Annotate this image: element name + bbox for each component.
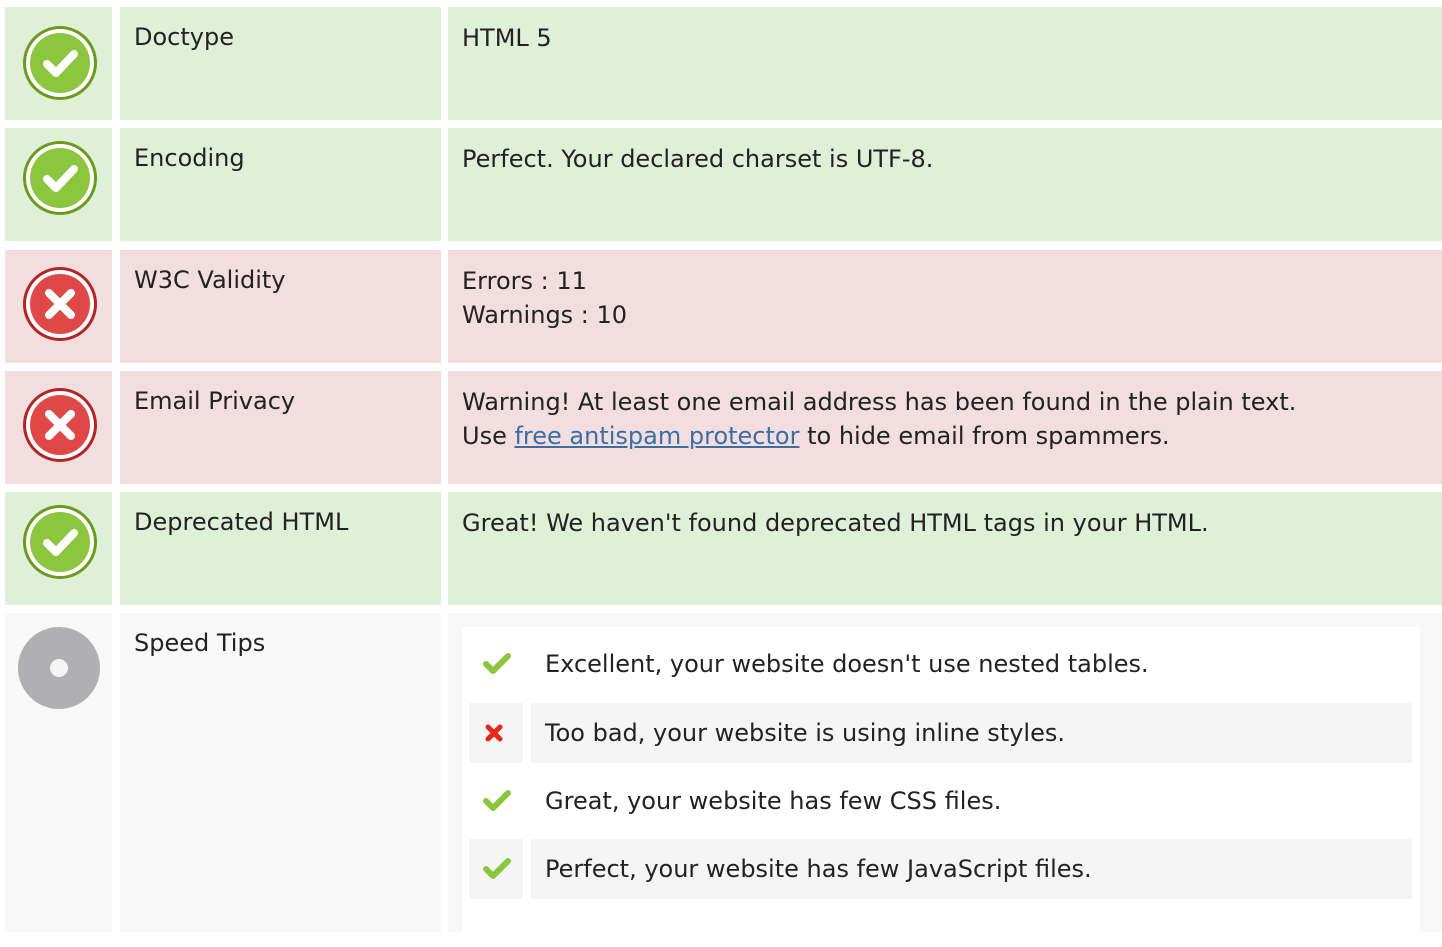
row-label: Doctype <box>120 7 441 120</box>
speed-tip-text: Perfect, your website has few JavaScript… <box>531 839 1412 899</box>
status-cell <box>5 613 112 932</box>
cross-icon <box>469 703 523 763</box>
status-cell <box>5 7 112 120</box>
advice-suffix: to hide email from spammers. <box>799 422 1170 450</box>
row-label: Speed Tips <box>120 613 441 932</box>
status-cell <box>5 492 112 605</box>
report-row-email-privacy: Email Privacy Warning! At least one emai… <box>0 371 1442 484</box>
errors-count: Errors : 11 <box>462 267 587 295</box>
check-icon <box>469 839 523 899</box>
check-circle-icon <box>22 25 98 101</box>
report-row-w3c-validity: W3C Validity Errors : 11 Warnings : 10 <box>0 250 1442 363</box>
row-value: HTML 5 <box>448 7 1442 120</box>
dot-shape <box>50 659 68 677</box>
speed-tip-item: Perfect, your website has few JavaScript… <box>469 839 1412 899</box>
row-value: Errors : 11 Warnings : 10 <box>448 250 1442 363</box>
report-row-doctype: Doctype HTML 5 <box>0 7 1442 120</box>
speed-tip-text: Excellent, your website doesn't use nest… <box>545 650 1149 678</box>
x-circle-icon <box>22 266 98 342</box>
neutral-circle-icon <box>18 627 100 709</box>
speed-tip-item: Too bad, your website is using inline st… <box>469 703 1412 763</box>
advice-prefix: Use <box>462 422 515 450</box>
status-cell <box>5 250 112 363</box>
row-label: Encoding <box>120 128 441 241</box>
status-cell <box>5 371 112 484</box>
speed-tip-item: Excellent, your website doesn't use nest… <box>469 634 1412 694</box>
row-value: Warning! At least one email address has … <box>448 371 1442 484</box>
email-advice-text: Use free antispam protector to hide emai… <box>462 419 1442 453</box>
speed-tip-text: Too bad, your website is using inline st… <box>531 703 1412 763</box>
row-value: Great! We haven't found deprecated HTML … <box>448 492 1442 605</box>
report-row-deprecated-html: Deprecated HTML Great! We haven't found … <box>0 492 1442 605</box>
seo-report-table: Doctype HTML 5 Encoding Perfect. Your de… <box>0 0 1442 947</box>
antispam-protector-link[interactable]: free antispam protector <box>514 422 799 450</box>
check-circle-icon <box>22 140 98 216</box>
check-icon <box>469 771 523 831</box>
check-circle-icon <box>22 504 98 580</box>
speed-tip-text: Great, your website has few CSS files. <box>545 787 1002 815</box>
warnings-count: Warnings : 10 <box>462 301 628 329</box>
row-label: W3C Validity <box>120 250 441 363</box>
x-circle-icon <box>22 387 98 463</box>
report-row-encoding: Encoding Perfect. Your declared charset … <box>0 128 1442 241</box>
email-warning-text: Warning! At least one email address has … <box>462 388 1297 416</box>
speed-tip-item: Great, your website has few CSS files. <box>469 771 1412 831</box>
row-value: Perfect. Your declared charset is UTF-8. <box>448 128 1442 241</box>
check-icon <box>469 634 523 694</box>
status-cell <box>5 128 112 241</box>
row-label: Email Privacy <box>120 371 441 484</box>
speed-tips-list: Excellent, your website doesn't use nest… <box>462 627 1420 947</box>
row-label: Deprecated HTML <box>120 492 441 605</box>
